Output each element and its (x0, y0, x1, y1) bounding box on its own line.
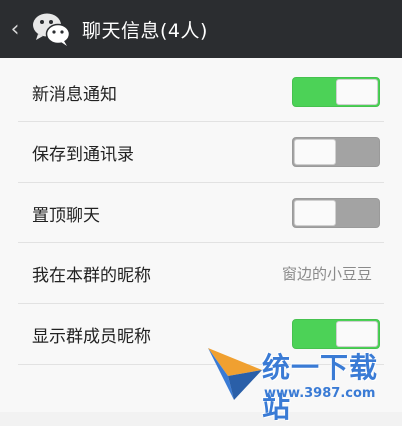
pin-chat-toggle[interactable] (292, 198, 380, 228)
watermark-url: www.3987.com (264, 386, 376, 401)
row-new-message-notify[interactable]: 新消息通知 (0, 62, 402, 122)
row-label: 我在本群的昵称 (32, 265, 151, 286)
watermark: 统一下载站 www.3987.com (206, 340, 396, 424)
row-group-nickname[interactable]: 我在本群的昵称 窗边的小豆豆 (0, 243, 402, 303)
new-message-notify-toggle[interactable] (292, 77, 380, 107)
toggle-knob (336, 79, 378, 105)
wechat-logo-icon (33, 13, 71, 46)
row-label: 保存到通讯录 (32, 144, 134, 165)
title-bar: ‹ 聊天信息(4人) (0, 0, 402, 58)
toggle-knob (294, 200, 336, 226)
chevron-left-icon: ‹ (10, 16, 20, 42)
toggle-knob (294, 139, 336, 165)
page-title: 聊天信息(4人) (82, 19, 208, 42)
watermark-logo-icon (208, 348, 262, 400)
group-nickname-value: 窗边的小豆豆 (281, 264, 372, 283)
back-button[interactable]: ‹ (2, 0, 28, 58)
row-save-to-contacts[interactable]: 保存到通讯录 (0, 122, 402, 182)
row-label: 显示群成员昵称 (32, 326, 151, 347)
row-label: 置顶聊天 (32, 205, 100, 226)
row-pin-chat[interactable]: 置顶聊天 (0, 183, 402, 243)
save-to-contacts-toggle[interactable] (292, 137, 380, 167)
row-label: 新消息通知 (32, 84, 117, 105)
